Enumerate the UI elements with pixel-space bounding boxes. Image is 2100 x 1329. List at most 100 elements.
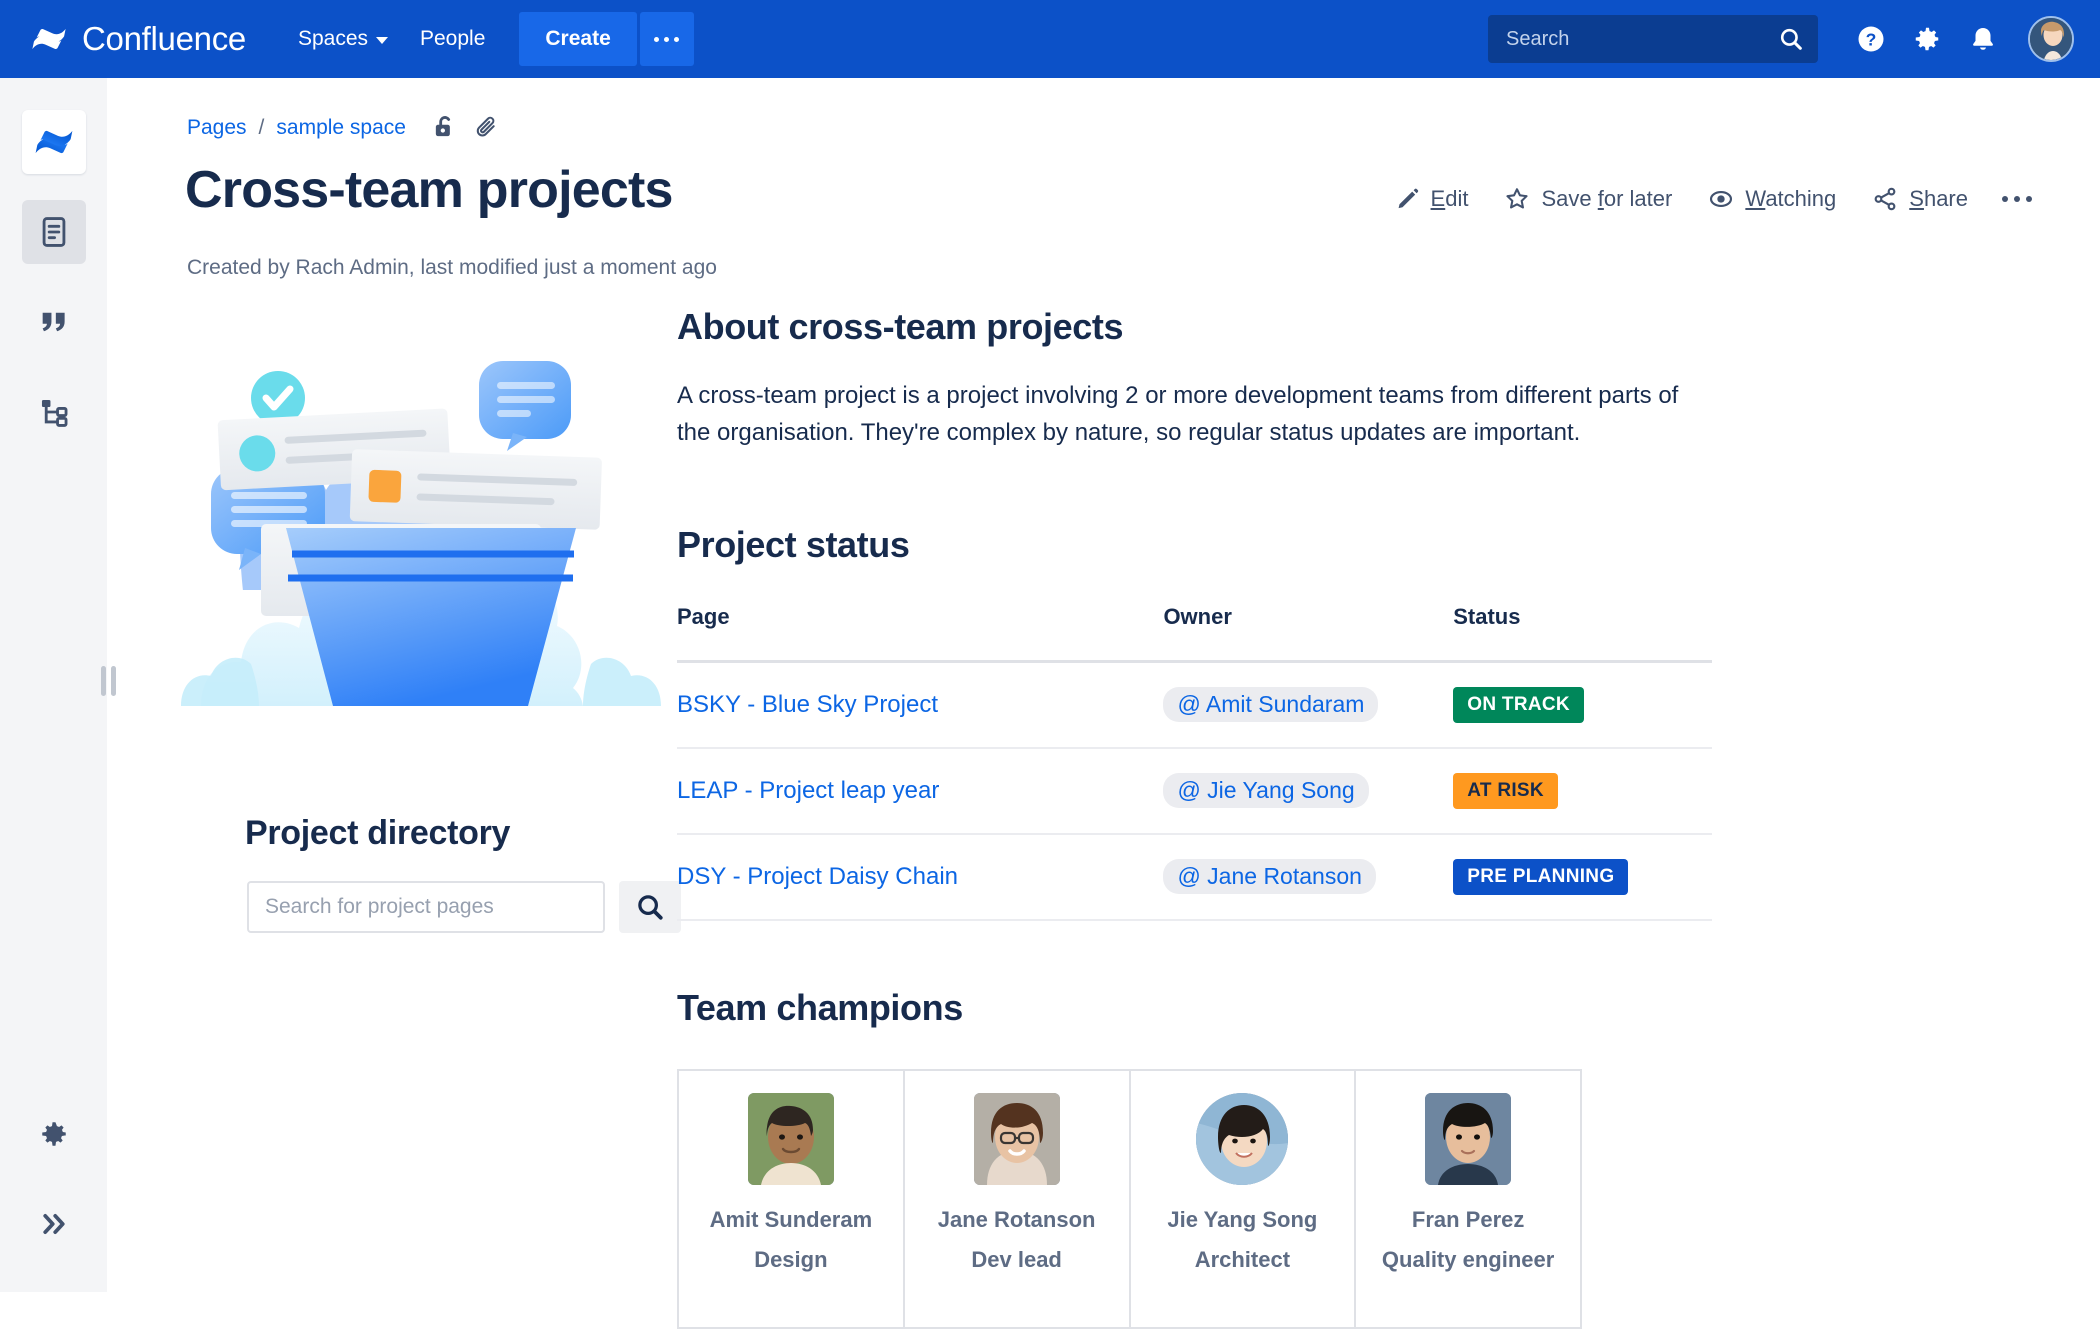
champion-name: Jane Rotanson xyxy=(937,1206,1096,1232)
chevron-down-icon xyxy=(376,37,388,44)
nav-right-group: ? xyxy=(1488,14,2074,64)
champion-name: Fran Perez xyxy=(1411,1206,1525,1232)
photo-amit xyxy=(747,1092,834,1185)
breadcrumb-icons xyxy=(432,114,500,142)
ellipsis-icon xyxy=(654,36,680,42)
page-byline: Created by Rach Admin, last modified jus… xyxy=(187,256,717,279)
breadcrumb-separator: / xyxy=(258,116,265,139)
create-button[interactable]: Create xyxy=(519,12,637,66)
project-status-table: Page Owner Status BSKY - Blue Sky Projec… xyxy=(677,604,1712,921)
team-champion-card: Jie Yang Song Architect xyxy=(1131,1070,1357,1327)
photo-jie xyxy=(1196,1092,1289,1185)
project-page-link[interactable]: DSY - Project Daisy Chain xyxy=(677,863,958,890)
unlocked-padlock-icon[interactable] xyxy=(432,114,458,142)
svg-text:?: ? xyxy=(1866,29,1877,49)
avatar-image xyxy=(2030,18,2072,60)
global-search-box[interactable] xyxy=(1488,15,1818,63)
resize-grip-bar xyxy=(110,666,116,696)
breadcrumb-pages-link[interactable]: Pages xyxy=(187,116,247,140)
card-middle xyxy=(349,449,602,530)
confluence-home-link[interactable]: Confluence xyxy=(30,20,246,58)
search-icon xyxy=(638,895,663,920)
create-more-button[interactable] xyxy=(639,12,694,66)
column-header-page: Page xyxy=(677,603,730,629)
team-champion-card: Fran Perez Quality engineer xyxy=(1356,1071,1580,1327)
nav-people[interactable]: People xyxy=(404,12,501,66)
nav-spaces[interactable]: Spaces xyxy=(282,12,404,66)
page-tree-icon xyxy=(41,399,67,427)
project-page-link[interactable]: BSKY - Blue Sky Project xyxy=(677,691,938,718)
champion-role: Quality engineer xyxy=(1381,1246,1555,1272)
search-input[interactable] xyxy=(1506,27,1778,51)
confluence-logo-icon xyxy=(35,130,72,154)
gear-icon xyxy=(41,1122,66,1146)
page-more-actions-button[interactable] xyxy=(1986,182,2048,216)
column-header-status: Status xyxy=(1453,603,1521,629)
save-for-later-button[interactable]: Save for later xyxy=(1486,178,1690,220)
sidebar-resize-handle[interactable] xyxy=(99,660,117,702)
ellipsis-dot xyxy=(2002,196,2008,202)
team-champion-card: Amit Sunderam Design xyxy=(679,1070,905,1327)
ellipsis-dot xyxy=(2026,196,2032,202)
project-directory-title: Project directory xyxy=(245,814,511,852)
nav-spaces-label: Spaces xyxy=(297,27,368,50)
owner-mention[interactable]: @ Jane Rotanson xyxy=(1163,859,1376,895)
eye-icon xyxy=(1710,190,1733,208)
table-header-row: Page Owner Status xyxy=(677,604,1712,662)
page-content-area: Pages / sample space Cross-team projects… xyxy=(107,78,2100,1329)
project-directory-search xyxy=(247,881,701,933)
share-button[interactable]: Share xyxy=(1854,178,1986,220)
breadcrumb: Pages / sample space xyxy=(187,114,500,142)
sidebar-item-page-tree[interactable] xyxy=(22,380,86,444)
table-header: Page Owner Status xyxy=(677,604,1712,662)
gear-icon xyxy=(1915,27,1939,51)
sidebar-item-blog[interactable] xyxy=(22,290,86,354)
team-champions-heading: Team champions xyxy=(677,986,963,1028)
pages-document-icon xyxy=(42,217,65,247)
owner-mention[interactable]: @ Jie Yang Song xyxy=(1163,773,1369,809)
cell-page: BSKY - Blue Sky Project xyxy=(677,661,1164,749)
watching-label: Watching xyxy=(1745,186,1837,211)
cell-status: AT RISK xyxy=(1453,747,1712,835)
project-search-button[interactable] xyxy=(619,881,681,933)
pencil-icon xyxy=(1398,188,1418,209)
champion-role: Architect xyxy=(1194,1246,1291,1272)
rail-bottom-group xyxy=(22,1076,86,1292)
cell-owner: @ Amit Sundaram xyxy=(1163,661,1454,749)
rail-confluence-home[interactable] xyxy=(21,110,86,174)
breadcrumb-space-link[interactable]: sample space xyxy=(276,116,406,140)
search-icon xyxy=(1780,28,1802,50)
watching-button[interactable]: Watching xyxy=(1690,178,1854,220)
avatar-image xyxy=(1425,1092,1512,1185)
champion-role: Design xyxy=(754,1246,828,1272)
resize-grip-bar xyxy=(100,666,106,696)
star-icon xyxy=(1506,188,1529,209)
chat-bubble-right xyxy=(479,361,571,451)
expand-sidebar-button[interactable] xyxy=(22,1192,86,1256)
avatar-image xyxy=(1196,1092,1289,1185)
project-status-heading: Project status xyxy=(677,523,910,565)
ellipsis-dot xyxy=(2014,196,2020,202)
expand-chevrons-icon xyxy=(42,1214,65,1234)
brand-title: Confluence xyxy=(82,20,246,57)
owner-mention[interactable]: @ Amit Sundaram xyxy=(1163,687,1379,723)
status-badge: ON TRACK xyxy=(1453,686,1584,723)
help-button[interactable]: ? xyxy=(1846,14,1896,64)
table-row: LEAP - Project leap year @ Jie Yang Song… xyxy=(677,747,1712,835)
left-content-column: Project directory xyxy=(141,306,701,933)
paperclip-icon[interactable] xyxy=(474,114,500,142)
user-avatar[interactable] xyxy=(2028,16,2074,62)
table-row: BSKY - Blue Sky Project @ Amit Sundaram … xyxy=(677,661,1712,749)
create-button-group: Create xyxy=(519,12,694,66)
space-settings-button[interactable] xyxy=(22,1102,86,1166)
notifications-button[interactable] xyxy=(1958,14,2008,64)
bell-icon xyxy=(1973,28,1993,50)
project-page-link[interactable]: LEAP - Project leap year xyxy=(677,777,939,804)
settings-button[interactable] xyxy=(1902,14,1952,64)
cell-owner: @ Jie Yang Song xyxy=(1163,747,1454,835)
cell-page: DSY - Project Daisy Chain xyxy=(677,833,1164,921)
page-title: Cross-team projects xyxy=(185,161,673,219)
edit-button[interactable]: Edit xyxy=(1378,178,1487,220)
project-search-input[interactable] xyxy=(247,881,605,933)
sidebar-item-pages[interactable] xyxy=(21,200,86,264)
